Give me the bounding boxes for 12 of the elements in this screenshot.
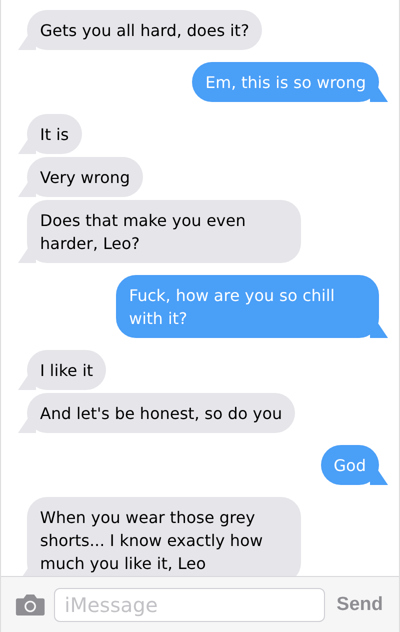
received-message: Very wrong [18,157,144,197]
message-field[interactable]: iMessage [54,588,325,622]
sent-message: Em, this is so wrong [192,62,388,102]
received-message: I like it [18,350,106,390]
camera-icon[interactable] [15,592,46,616]
received-message: Gets you all hard, does it? [18,10,262,50]
received-message: Does that make you even harder, Leo? [18,200,301,263]
send-button[interactable]: Send [332,594,387,616]
sent-message: Fuck, how are you so chill with it? [116,275,388,338]
sent-message: God [320,445,388,485]
received-message: And let's be honest, so do you [18,393,296,433]
received-message: It is [18,114,82,154]
